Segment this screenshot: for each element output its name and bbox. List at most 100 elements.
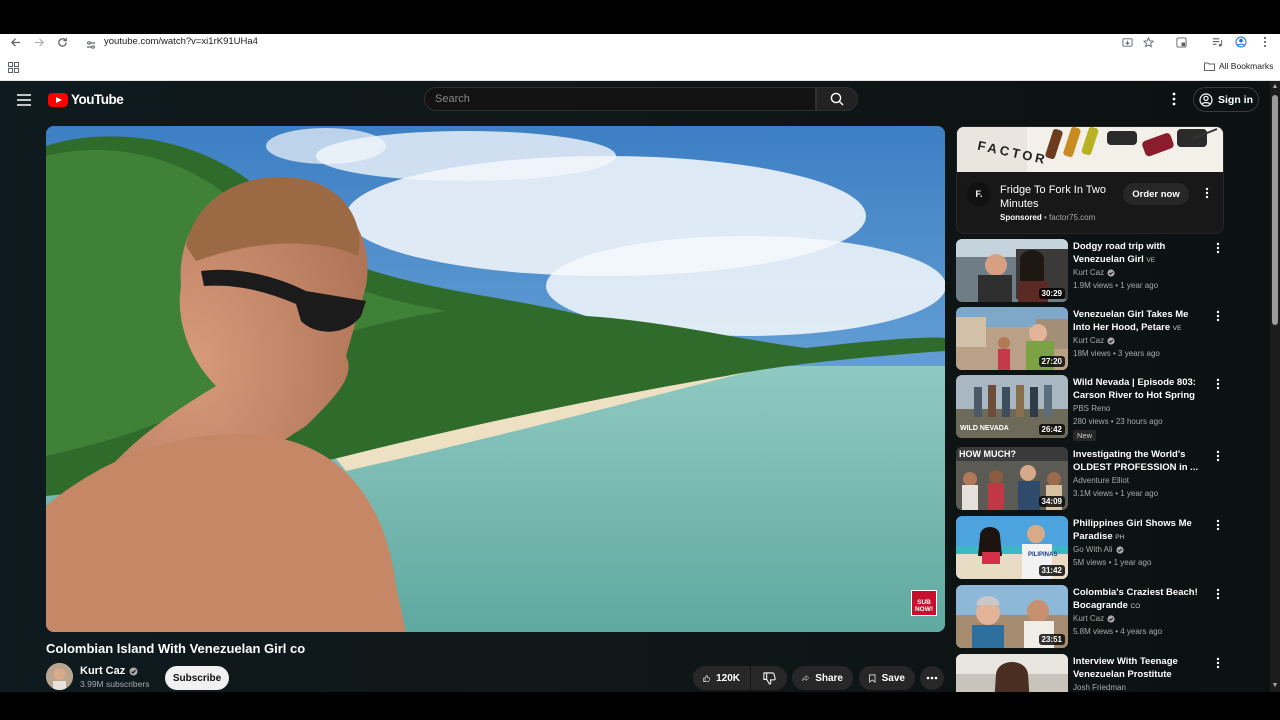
channel-name[interactable]: PBS Reno: [1073, 404, 1110, 413]
video-menu-icon[interactable]: [1214, 587, 1222, 601]
video-meta: 1.9M views • 1 year ago: [1073, 281, 1159, 290]
channel-name[interactable]: Kurt Caz: [80, 665, 138, 677]
recommended-video[interactable]: Interview With Teenage Venezuelan Prosti…: [956, 654, 1226, 692]
verified-icon: [1115, 545, 1124, 554]
verified-icon: [1107, 614, 1115, 623]
video-menu-icon[interactable]: [1214, 377, 1222, 391]
channel-name-text: Kurt Caz: [1073, 268, 1105, 277]
channel-name[interactable]: Go With Ali: [1073, 545, 1124, 554]
address-bar[interactable]: youtube.com/watch?v=xi1rK91UHa4: [104, 36, 258, 47]
search-input[interactable]: Search: [424, 87, 816, 111]
page-scrollbar[interactable]: ▲ ▼: [1270, 81, 1280, 692]
order-now-button[interactable]: Order now: [1123, 183, 1189, 205]
thumbs-up-icon: [703, 674, 710, 682]
channel-name-text: Kurt Caz: [1073, 336, 1105, 345]
site-info-icon[interactable]: [86, 37, 96, 49]
back-icon[interactable]: [8, 35, 22, 49]
video-title[interactable]: Dodgy road trip with Venezuelan Girl VE: [1073, 240, 1203, 267]
flag-label: VE: [1172, 325, 1182, 332]
video-player[interactable]: SUB NOW!: [46, 126, 945, 632]
subscriber-count: 3.99M subscribers: [80, 679, 150, 689]
more-horizontal-icon: [926, 676, 938, 680]
channel-name[interactable]: Kurt Caz: [1073, 268, 1115, 277]
video-duration: 30:29: [1038, 288, 1065, 299]
verified-icon: [1107, 268, 1115, 277]
channel-name-text: Go With Ali: [1073, 545, 1113, 554]
youtube-logo[interactable]: YouTube: [48, 92, 124, 107]
flag-label: CO: [1130, 603, 1141, 610]
recommended-video[interactable]: WILD NEVADA 26:42 Wild Nevada | Episode …: [956, 375, 1226, 441]
search-button[interactable]: [816, 87, 858, 111]
channel-name[interactable]: Kurt Caz: [1073, 336, 1115, 345]
channel-avatar[interactable]: [46, 663, 73, 690]
video-duration: 23:51: [1038, 634, 1065, 645]
apps-grid-icon[interactable]: [8, 60, 19, 73]
verified-icon: [129, 666, 138, 676]
channel-name-text: Kurt Caz: [1073, 614, 1105, 623]
subscribe-button[interactable]: Subscribe: [165, 666, 229, 690]
video-thumbnail[interactable]: 27:20: [956, 307, 1068, 370]
sign-in-label: Sign in: [1218, 93, 1253, 106]
video-thumbnail[interactable]: 23:51: [956, 585, 1068, 648]
save-button[interactable]: Save: [859, 666, 915, 690]
settings-menu-icon[interactable]: [1168, 91, 1180, 107]
bookmark-star-icon[interactable]: [1142, 36, 1154, 48]
subscribe-watermark[interactable]: SUB NOW!: [911, 590, 937, 616]
video-frame: [46, 126, 945, 632]
video-meta: 5M views • 1 year ago: [1073, 558, 1152, 567]
ad-menu-icon[interactable]: [1203, 185, 1211, 201]
video-title[interactable]: Investigating the World's OLDEST PROFESS…: [1073, 448, 1203, 474]
forward-icon[interactable]: [32, 35, 46, 49]
scrollbar-thumb[interactable]: [1272, 95, 1278, 325]
media-icon[interactable]: [1211, 36, 1223, 48]
flag-label: VE: [1146, 257, 1156, 264]
browser-menu-icon[interactable]: [1259, 36, 1271, 48]
scroll-down-icon[interactable]: ▼: [1271, 682, 1279, 690]
recommended-video[interactable]: PILIPINAS 31:42 Philippines Girl Shows M…: [956, 516, 1226, 580]
sign-in-button[interactable]: Sign in: [1193, 87, 1259, 112]
ad-domain: factor75.com: [1049, 213, 1096, 222]
sponsored-ad[interactable]: FACTOR F. Fridge To Fork In Two Minutes …: [956, 126, 1224, 234]
video-menu-icon[interactable]: [1214, 656, 1222, 670]
video-thumbnail[interactable]: [956, 654, 1068, 692]
video-menu-icon[interactable]: [1214, 449, 1222, 463]
video-title[interactable]: Venezuelan Girl Takes Me Into Her Hood, …: [1073, 308, 1203, 335]
recommended-video[interactable]: 30:29 Dodgy road trip with Venezuelan Gi…: [956, 239, 1226, 303]
video-thumbnail[interactable]: HOW MUCH? 34:09: [956, 447, 1068, 510]
ad-title[interactable]: Fridge To Fork In Two Minutes: [1000, 183, 1115, 211]
recommended-video[interactable]: HOW MUCH? 34:09 Investigating the World'…: [956, 447, 1226, 511]
install-app-icon[interactable]: [1121, 36, 1133, 48]
video-menu-icon[interactable]: [1214, 518, 1222, 532]
extensions-icon[interactable]: [1175, 36, 1187, 48]
profile-icon[interactable]: [1235, 36, 1247, 48]
channel-name[interactable]: Adventure Elliot: [1073, 476, 1129, 485]
reload-icon[interactable]: [55, 35, 69, 49]
channel-name[interactable]: Josh Friedman: [1073, 683, 1126, 692]
share-button[interactable]: Share: [792, 666, 853, 690]
video-title[interactable]: Interview With Teenage Venezuelan Prosti…: [1073, 655, 1203, 681]
top-letterbox: [0, 0, 1280, 34]
channel-name-text: Adventure Elliot: [1073, 476, 1130, 485]
channel-name[interactable]: Kurt Caz: [1073, 614, 1115, 623]
video-title[interactable]: Wild Nevada | Episode 803: Carson River …: [1073, 376, 1203, 402]
thumbs-down-icon: [762, 671, 776, 685]
dislike-button[interactable]: [751, 666, 787, 690]
scroll-up-icon[interactable]: ▲: [1271, 83, 1279, 91]
hamburger-menu-icon[interactable]: [17, 93, 31, 106]
recommended-video[interactable]: 23:51 Colombia's Craziest Beach! Bocagra…: [956, 585, 1226, 649]
video-thumbnail[interactable]: PILIPINAS 31:42: [956, 516, 1068, 579]
video-title: Colombian Island With Venezuelan Girl co: [46, 641, 305, 656]
youtube-play-icon: [48, 92, 68, 107]
bookmark-icon: [869, 674, 876, 683]
all-bookmarks-button[interactable]: All Bookmarks: [1204, 61, 1273, 71]
like-button[interactable]: 120K: [693, 666, 750, 690]
video-title[interactable]: Colombia's Craziest Beach! Bocagrande CO: [1073, 586, 1203, 613]
video-thumbnail[interactable]: 30:29: [956, 239, 1068, 302]
flag-label: PH: [1115, 534, 1125, 541]
more-actions-button[interactable]: [920, 666, 944, 690]
video-title[interactable]: Philippines Girl Shows Me Paradise PH: [1073, 517, 1203, 544]
video-menu-icon[interactable]: [1214, 241, 1222, 255]
video-thumbnail[interactable]: WILD NEVADA 26:42: [956, 375, 1068, 438]
video-menu-icon[interactable]: [1214, 309, 1222, 323]
recommended-video[interactable]: 27:20 Venezuelan Girl Takes Me Into Her …: [956, 307, 1226, 371]
